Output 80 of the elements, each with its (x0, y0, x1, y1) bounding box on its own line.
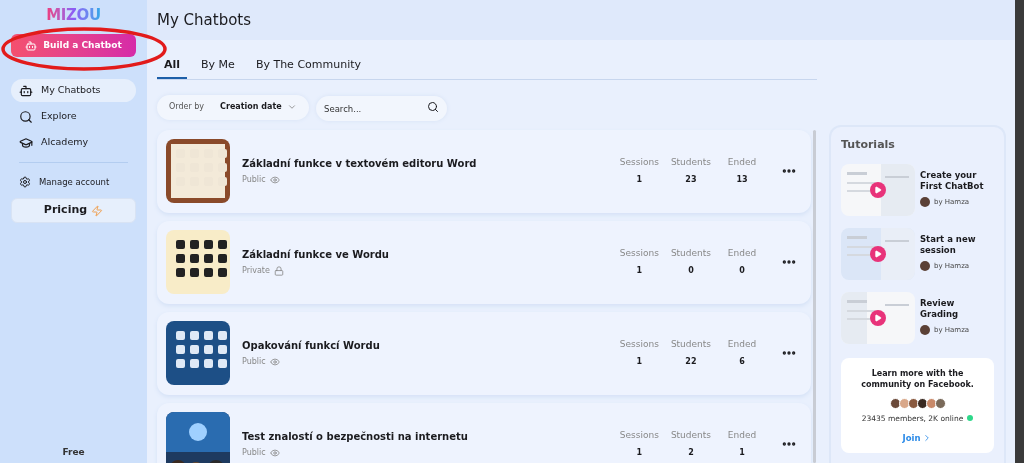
chatbot-title: Základní funkce ve Wordu (242, 248, 389, 262)
play-icon (874, 185, 882, 194)
avatar (920, 260, 930, 271)
nav-item[interactable]: Manage account (11, 172, 136, 192)
chatbot-card[interactable]: Základní funkce v textovém editoru Word Public Sessions 1 Students 23 Ended 13 (157, 129, 811, 213)
nav-item[interactable]: My Chatbots (11, 79, 136, 102)
chatbot-card[interactable]: Test znalostí o bezpečnosti na internetu Public Sessions 1 Students 2 Ended 1 (157, 402, 811, 463)
stat-label: Sessions (619, 338, 659, 352)
search-field[interactable]: Search... (316, 96, 447, 121)
stat-label: Sessions (619, 429, 659, 443)
visibility-label: Public (242, 356, 266, 368)
robot-icon (25, 39, 38, 52)
eye-icon (269, 448, 280, 458)
stat-label: Ended (727, 156, 757, 170)
avatar (920, 196, 930, 207)
chatbot-card[interactable]: Základní funkce ve Wordu Private Sessions 1 Students 0 Ended 0 (157, 220, 811, 304)
stat-label: Ended (727, 338, 757, 352)
nav-item[interactable]: AIcademy (11, 131, 136, 154)
community-text: Learn more with the community on Facebook. (860, 367, 975, 390)
stat-label: Sessions (619, 156, 659, 170)
stat-label: Students (670, 247, 711, 261)
order-by-dropdown[interactable]: Order by Creation date (157, 94, 309, 120)
stat-value: 1 (636, 173, 643, 186)
stat-label: Sessions (619, 247, 659, 261)
play-icon (874, 313, 882, 322)
page-title: My Chatbots (157, 9, 252, 31)
avatar (925, 397, 937, 409)
chatbot-title: Opakování funkcí Wordu (242, 339, 380, 353)
stat-value: 1 (636, 355, 643, 368)
avatar (898, 397, 910, 409)
stat-value: 0 (739, 264, 745, 277)
visibility-label: Public (242, 174, 266, 186)
settings-icon (19, 176, 31, 188)
stat-value: 1 (636, 446, 643, 459)
lightning-icon (91, 204, 104, 217)
stat-value: 2 (688, 446, 694, 459)
tab[interactable]: By Me (194, 57, 242, 79)
visibility-label: Public (242, 447, 266, 459)
stat-label: Ended (727, 429, 757, 443)
stat-value: 1 (636, 264, 643, 277)
plan-label: Free (62, 445, 85, 459)
tutorial-title[interactable]: Create your First ChatBot (920, 169, 994, 192)
tutorial-title[interactable]: Start a new session (920, 233, 994, 256)
stat-value: 22 (685, 355, 697, 368)
search-icon (427, 100, 439, 113)
panel-title: Tutorials (841, 137, 896, 153)
nav-item[interactable]: Explore (11, 105, 136, 128)
stat-label: Students (670, 338, 711, 352)
build-chatbot-button[interactable]: Build a Chatbot (11, 34, 136, 57)
search-icon (19, 109, 33, 124)
play-icon (874, 249, 882, 258)
chatbot-title: Test znalostí o bezpečnosti na internetu (242, 430, 468, 444)
avatar (934, 397, 946, 409)
tab[interactable]: All (157, 57, 188, 79)
pricing-button[interactable]: Pricing (11, 198, 136, 223)
lock-icon (273, 266, 284, 276)
chatbot-title: Základní funkce v textovém editoru Word (242, 157, 477, 171)
tutorial-title[interactable]: Review Grading (920, 297, 994, 320)
avatar (916, 397, 928, 409)
logo: MIZOU (46, 8, 101, 23)
stat-label: Students (670, 429, 711, 443)
avatar (889, 397, 901, 409)
avatar (920, 324, 930, 335)
avatar (907, 397, 919, 409)
stat-value: 13 (736, 173, 748, 186)
eye-icon (269, 357, 280, 367)
tab[interactable]: By The Community (248, 57, 369, 79)
robot-icon (19, 83, 33, 98)
join-link[interactable]: Join (902, 431, 933, 445)
stat-label: Students (670, 156, 711, 170)
eye-icon (269, 175, 280, 185)
graduation-cap-icon (19, 135, 33, 150)
stat-value: 1 (739, 446, 745, 459)
stat-value: 23 (685, 173, 697, 186)
stat-value: 6 (739, 355, 745, 368)
visibility-label: Private (242, 265, 270, 277)
chatbot-card[interactable]: Opakování funkcí Wordu Public Sessions 1 Students 22 Ended 6 (157, 311, 811, 395)
stat-label: Ended (727, 247, 757, 261)
chevron-down-icon (287, 102, 297, 112)
stat-value: 0 (688, 264, 694, 277)
